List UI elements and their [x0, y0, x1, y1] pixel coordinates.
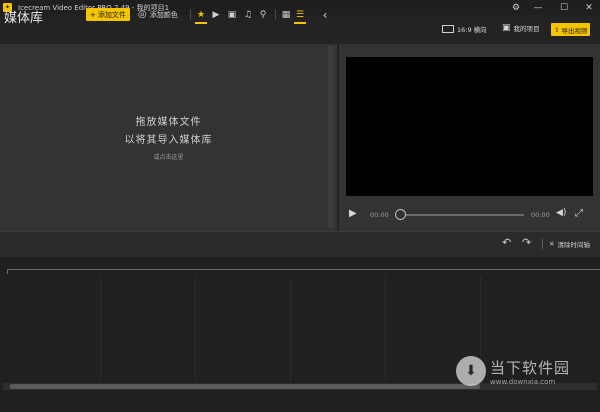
timeline-scrollbar-thumb[interactable]: [10, 384, 480, 389]
seek-handle[interactable]: [395, 209, 406, 220]
music-filter-icon[interactable]: ♫: [242, 8, 254, 21]
toolbar-divider: [190, 9, 191, 20]
project-icon: ▣: [502, 23, 511, 33]
preview-header: 16:9 横向 ▣ 我的项目 ⇧ 导出视频: [338, 15, 600, 44]
collapse-panel-chevron-icon[interactable]: ‹: [319, 8, 331, 22]
current-time: 00:00: [370, 211, 389, 219]
timeline-ruler[interactable]: [7, 269, 600, 274]
clear-timeline-button[interactable]: ✕ 清除时间轴: [549, 239, 590, 249]
watermark-logo-icon: ⬇: [456, 356, 486, 386]
active-view-indicator: [294, 22, 306, 24]
export-icon: ⇧: [554, 25, 560, 34]
timeline-gridline: [385, 276, 386, 381]
watermark-url: www.downxia.com: [490, 377, 556, 386]
timeline-gridline: [100, 276, 101, 381]
timeline-toolbar-divider: [542, 239, 543, 249]
click-here-link[interactable]: 或点击这里: [0, 152, 337, 161]
export-label: 导出视频: [561, 26, 588, 35]
video-preview: [346, 57, 593, 196]
volume-icon[interactable]: ◀): [556, 208, 566, 218]
list-view-icon[interactable]: ☰: [294, 8, 306, 21]
active-filter-indicator: [195, 22, 207, 24]
export-video-button[interactable]: ⇧ 导出视频: [551, 23, 591, 36]
minimize-button[interactable]: —: [525, 0, 551, 15]
drop-hint-line2: 以将其导入媒体库: [124, 135, 213, 146]
search-icon[interactable]: ⚲: [257, 8, 269, 21]
palette-icon: ◎: [138, 9, 147, 20]
library-title: 媒体库: [4, 11, 44, 26]
drop-hint-line1: 拖放媒体文件: [135, 117, 202, 128]
watermark: ⬇ 当下软件园 www.downxia.com: [456, 356, 570, 386]
aspect-ratio-button[interactable]: 16:9 横向: [442, 24, 487, 34]
add-color-button[interactable]: ◎ 添加颜色: [138, 8, 178, 21]
add-color-label: 添加颜色: [149, 10, 178, 19]
undo-icon[interactable]: ↶: [502, 236, 511, 249]
timeline-gridline: [290, 276, 291, 381]
play-icon[interactable]: ▶: [349, 208, 359, 220]
watermark-title: 当下软件园: [490, 358, 571, 377]
close-button[interactable]: ✕: [576, 0, 600, 15]
project-label: 我的项目: [513, 25, 540, 33]
seek-bar[interactable]: [400, 214, 524, 216]
video-filter-icon[interactable]: ▶: [210, 8, 222, 21]
timeline-gridline: [195, 276, 196, 381]
toolbar-divider: [275, 9, 276, 20]
total-time: 00:00: [531, 211, 550, 219]
grid-view-icon[interactable]: ▦: [280, 8, 292, 21]
plus-icon: +: [90, 10, 96, 19]
maximize-button[interactable]: ☐: [551, 0, 577, 15]
image-filter-icon[interactable]: ▣: [226, 8, 238, 21]
clear-timeline-label: 清除时间轴: [557, 241, 590, 249]
aspect-ratio-icon: [442, 25, 454, 33]
project-button[interactable]: ▣ 我的项目: [502, 23, 540, 33]
add-file-button[interactable]: + 添加文件: [86, 8, 130, 21]
aspect-ratio-label: 16:9 横向: [457, 26, 487, 34]
add-file-label: 添加文件: [97, 10, 126, 19]
clear-icon: ✕: [549, 240, 555, 248]
redo-icon[interactable]: ↷: [522, 236, 531, 249]
fullscreen-icon[interactable]: ⤢: [575, 208, 583, 219]
favorites-filter-star-icon[interactable]: ★: [195, 8, 207, 21]
